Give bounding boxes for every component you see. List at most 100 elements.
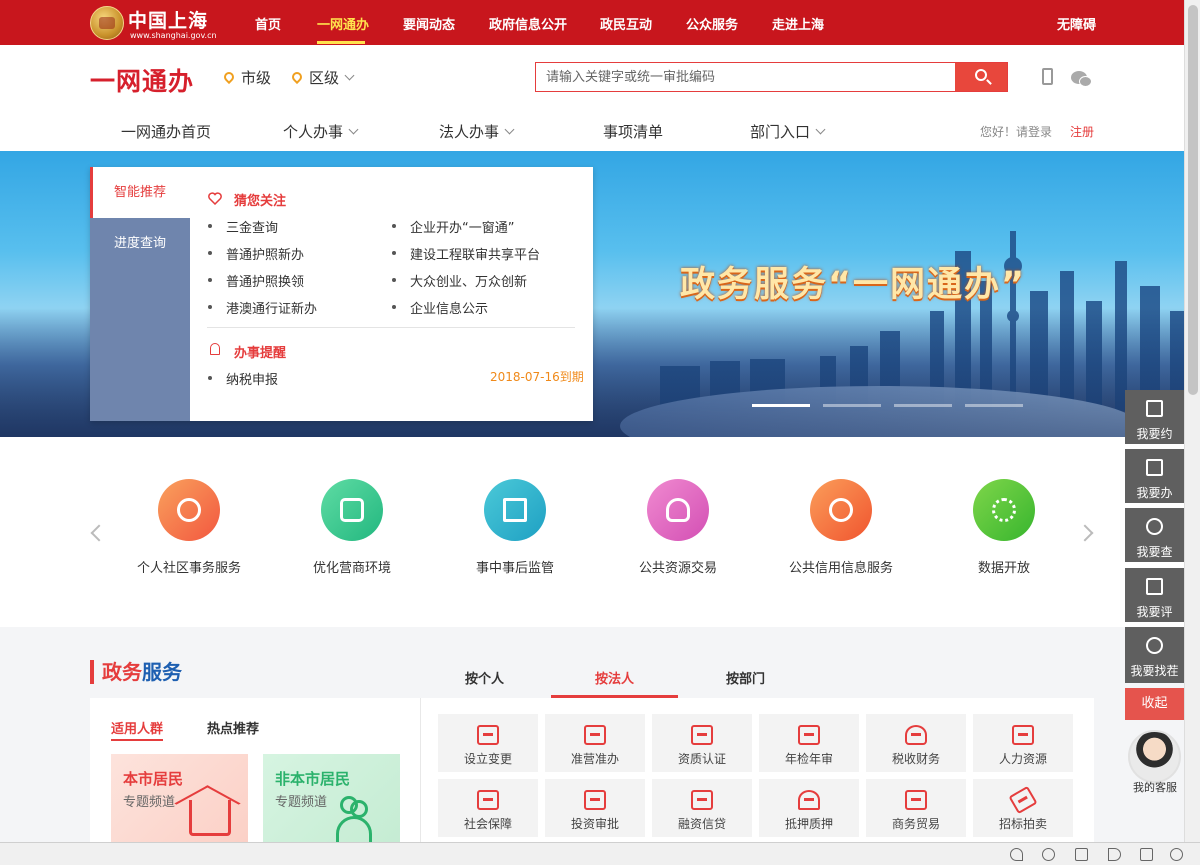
search-button[interactable] [955, 63, 1007, 91]
guess-item[interactable]: 港澳通行证新办 [207, 298, 317, 317]
carousel-dot-2[interactable] [823, 404, 881, 407]
top-nav-gov-info[interactable]: 政府信息公开 [489, 14, 567, 33]
city-level-selector[interactable]: 市级 [221, 67, 272, 88]
tab-target-group[interactable]: 适用人群 [111, 718, 164, 741]
main-nav-item-list[interactable]: 事项清单 [603, 121, 663, 142]
tab-by-corporate[interactable]: 按法人 [595, 668, 634, 687]
tab-progress-query[interactable]: 进度查询 [90, 218, 190, 269]
item-label: 投资审批 [570, 817, 619, 831]
search-input[interactable] [536, 63, 956, 91]
card-non-local-residents[interactable]: 非本市居民 专题频道 [263, 754, 400, 846]
item-mortgage[interactable]: 抵押质押 [759, 779, 859, 837]
browser-status-bar [0, 842, 1200, 865]
carousel-dot-1[interactable] [752, 404, 810, 407]
top-nav-news[interactable]: 要闻动态 [403, 14, 455, 33]
register-link[interactable]: 注册 [1070, 123, 1094, 140]
shanghai-logo[interactable]: 中国上海 www.shanghai.gov.cn [90, 4, 220, 42]
item-operation-permit[interactable]: 准营准办 [545, 714, 645, 772]
top-bar: 中国上海 www.shanghai.gov.cn 首页 一网通办 要闻动态 政府… [0, 0, 1200, 45]
guess-item[interactable]: 建设工程联审共享平台 [391, 244, 540, 263]
district-level-label: 区级 [309, 69, 340, 87]
guess-item[interactable]: 三金查询 [207, 217, 278, 236]
item-social-security[interactable]: 社会保障 [438, 779, 538, 837]
float-appointment[interactable]: 我要约 [1125, 390, 1184, 444]
service-business-env[interactable]: 优化营商环境 [267, 479, 437, 576]
collapse-button[interactable]: 收起 [1125, 688, 1184, 720]
guess-item[interactable]: 企业开办“一窗通” [391, 217, 514, 236]
guess-item[interactable]: 企业信息公示 [391, 298, 488, 317]
float-feedback[interactable]: 我要找茬 [1125, 627, 1184, 683]
customer-service-label: 我的客服 [1133, 781, 1177, 794]
tab-hot-recommend[interactable]: 热点推荐 [207, 718, 259, 737]
refresh-icon[interactable] [1042, 848, 1055, 861]
accessibility-link[interactable]: 无障碍 [1057, 14, 1096, 33]
item-bidding-auction[interactable]: 招标拍卖 [973, 779, 1073, 837]
service-credit[interactable]: 公共信用信息服务 [756, 479, 926, 576]
main-nav-home[interactable]: 一网通办首页 [121, 121, 211, 142]
trash-icon[interactable] [1075, 848, 1088, 861]
top-nav-about[interactable]: 走进上海 [772, 14, 824, 33]
carousel-dot-3[interactable] [894, 404, 952, 407]
settings-icon[interactable] [1170, 848, 1183, 861]
logo-url: www.shanghai.gov.cn [130, 31, 217, 40]
item-establish-change[interactable]: 设立变更 [438, 714, 538, 772]
vertical-scrollbar[interactable] [1184, 0, 1200, 842]
remind-item[interactable]: 纳税申报 [207, 369, 278, 388]
section-title-part1: 政务 [102, 660, 142, 684]
item-tax-finance[interactable]: 税收财务 [866, 714, 966, 772]
customer-service-avatar[interactable] [1128, 730, 1181, 783]
float-query[interactable]: 我要查 [1125, 508, 1184, 562]
people-icon [336, 796, 372, 846]
city-level-label: 市级 [241, 69, 272, 87]
district-level-selector[interactable]: 区级 [289, 67, 355, 88]
float-evaluate[interactable]: 我要评 [1125, 568, 1184, 622]
recommendation-panel: 智能推荐 进度查询 猜您关注 三金查询 普通护照新办 普通护照换领 港澳通行证新… [90, 167, 593, 421]
scrollbar-thumb[interactable] [1188, 5, 1198, 395]
search-list-icon [1146, 518, 1163, 535]
main-nav-departments[interactable]: 部门入口 [750, 121, 826, 142]
top-nav-yiwangtongban[interactable]: 一网通办 [317, 14, 369, 33]
chevron-down-icon [504, 124, 515, 135]
main-nav-corporate[interactable]: 法人办事 [439, 121, 515, 142]
item-commerce-trade[interactable]: 商务贸易 [866, 779, 966, 837]
item-financing[interactable]: 融资信贷 [652, 779, 752, 837]
item-annual-review[interactable]: 年检年审 [759, 714, 859, 772]
service-supervision[interactable]: 事中事后监管 [430, 479, 600, 576]
remind-date: 2018-07-16到期 [490, 370, 584, 384]
wechat-icon[interactable] [1071, 71, 1092, 87]
top-nav-home[interactable]: 首页 [255, 14, 281, 33]
pin-icon[interactable] [1010, 848, 1023, 861]
volume-icon[interactable] [1108, 848, 1121, 861]
top-nav-interaction[interactable]: 政民互动 [600, 14, 652, 33]
guess-item[interactable]: 普通护照换领 [207, 271, 304, 290]
item-qualification[interactable]: 资质认证 [652, 714, 752, 772]
carousel-dot-4[interactable] [965, 404, 1023, 407]
monitor-icon [584, 790, 606, 810]
mobile-icon[interactable] [1042, 68, 1053, 85]
grid-icon[interactable] [1140, 848, 1153, 861]
tab-by-department[interactable]: 按部门 [726, 668, 765, 687]
guess-item[interactable]: 普通护照新办 [207, 244, 304, 263]
top-nav-public-service[interactable]: 公众服务 [686, 14, 738, 33]
guess-item[interactable]: 大众创业、万众创新 [391, 271, 527, 290]
login-link[interactable]: 您好！请登录 [980, 123, 1052, 140]
float-handle[interactable]: 我要办 [1125, 449, 1184, 503]
money-bag-icon [905, 725, 927, 745]
brand-title[interactable]: 一网通办 [90, 62, 194, 98]
briefcase-icon [321, 479, 383, 541]
item-label: 资质认证 [677, 752, 726, 766]
item-investment-approval[interactable]: 投资审批 [545, 779, 645, 837]
card-local-residents[interactable]: 本市居民 专题频道 [111, 754, 248, 844]
hand-heart-icon [647, 479, 709, 541]
item-human-resources[interactable]: 人力资源 [973, 714, 1073, 772]
calendar-check-icon [1146, 400, 1163, 417]
tab-by-person[interactable]: 按个人 [465, 668, 504, 687]
service-community[interactable]: 个人社区事务服务 [104, 479, 274, 576]
service-public-resources[interactable]: 公共资源交易 [593, 479, 763, 576]
service-open-data[interactable]: 数据开放 [919, 479, 1089, 576]
chevron-down-icon [344, 70, 355, 81]
tab-smart-recommend[interactable]: 智能推荐 [90, 167, 190, 218]
main-nav-personal[interactable]: 个人办事 [283, 121, 359, 142]
edit-icon [1146, 578, 1163, 595]
gov-service-panel: 适用人群 热点推荐 本市居民 专题频道 非本市居民 专题频道 设立变更 准营准办… [90, 698, 1094, 865]
